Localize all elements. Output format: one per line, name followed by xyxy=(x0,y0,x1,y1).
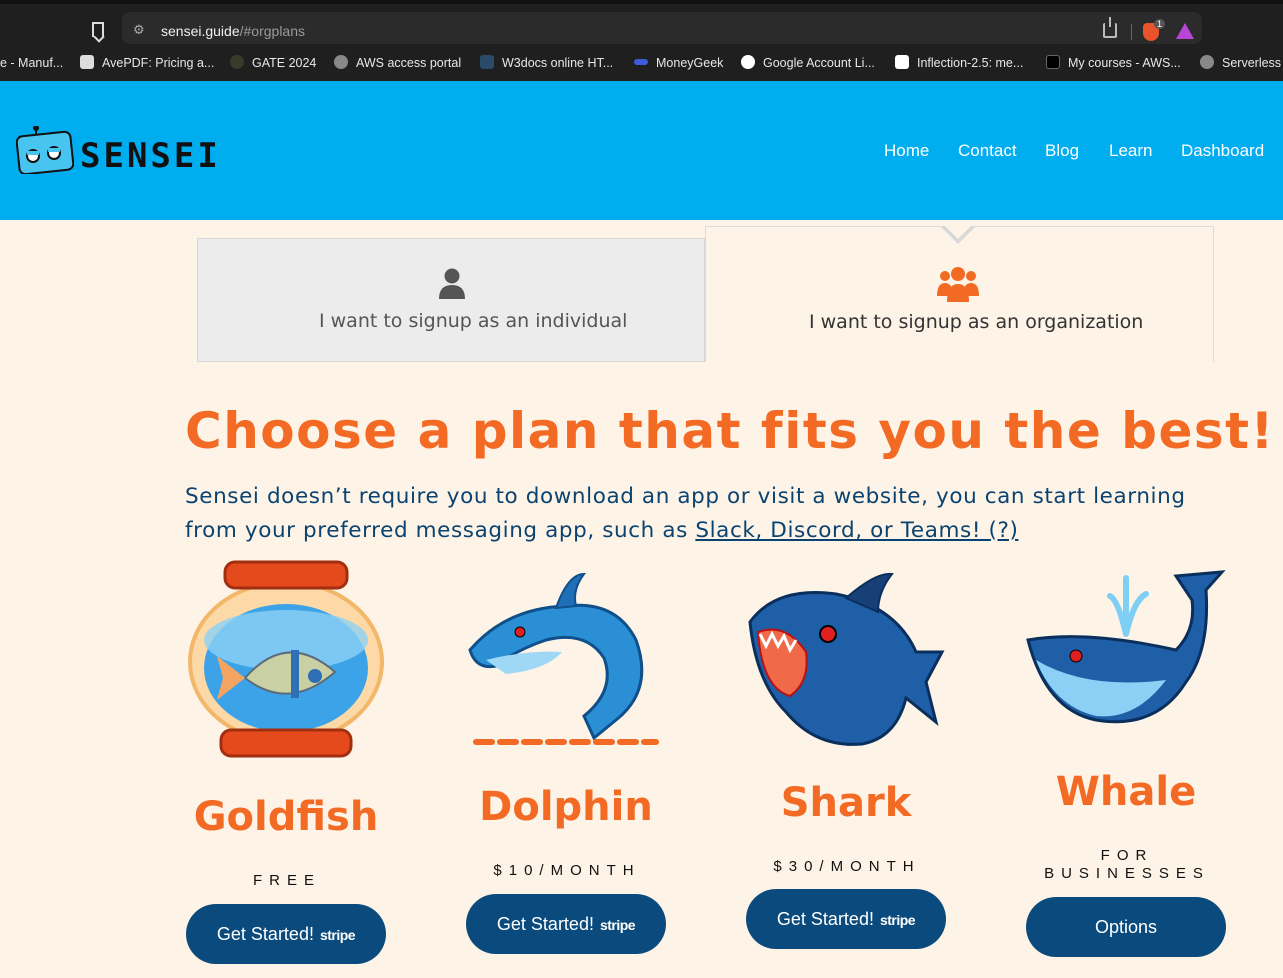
button-label: Get Started! xyxy=(496,914,594,934)
plan-name-dolphin: Dolphin xyxy=(479,784,653,830)
bookmark-item[interactable]: MoneyGeek xyxy=(634,54,723,72)
stripe-badge: stripe xyxy=(319,927,356,943)
toolbar-divider xyxy=(1131,24,1132,40)
group-icon xyxy=(937,267,979,302)
plan-price-goldfish: FREE xyxy=(252,872,321,889)
nav-learn[interactable]: Learn xyxy=(1109,141,1152,161)
page-title: Choose a plan that fits you the best! xyxy=(185,402,1275,460)
bookmark-item[interactable]: AvePDF: Pricing a... xyxy=(80,54,214,72)
aws-icon xyxy=(1046,55,1060,69)
avepdf-icon xyxy=(80,55,94,69)
bookmark-item[interactable]: W3docs online HT... xyxy=(480,54,613,72)
dolphin-illustration xyxy=(468,572,659,745)
share-icon[interactable] xyxy=(1103,17,1117,38)
stripe-badge: stripe xyxy=(879,912,916,928)
whale-illustration xyxy=(1026,570,1226,724)
plan-name-shark: Shark xyxy=(780,780,912,826)
url-host: sensei.guide xyxy=(161,23,240,39)
url-path: /#orgplans xyxy=(239,23,306,39)
nav-blog[interactable]: Blog xyxy=(1045,141,1079,161)
plan-price-shark: $30/MONTH xyxy=(773,858,921,875)
bookmark-item[interactable]: Google Account Li... xyxy=(741,54,875,72)
globe-icon xyxy=(1200,55,1214,69)
logo-wordmark[interactable]: SENSEI xyxy=(80,136,221,176)
moon-icon xyxy=(230,55,244,69)
globe-icon xyxy=(334,55,348,69)
goldfish-get-started-button[interactable]: Get Started! stripe xyxy=(186,904,386,964)
active-tab-indicator xyxy=(940,224,976,244)
button-label: Get Started! xyxy=(776,909,874,929)
browser-toolbar: ⚙ sensei.guide/#orgplans 1 xyxy=(0,0,1283,46)
nav-dashboard[interactable]: Dashboard xyxy=(1181,141,1264,161)
stripe-badge: stripe xyxy=(599,917,636,933)
shield-count-badge: 1 xyxy=(1154,19,1166,29)
tab-organization-label: I want to signup as an organization xyxy=(809,311,1144,333)
button-label: Get Started! xyxy=(216,924,314,944)
google-icon xyxy=(741,55,755,69)
inflection-icon xyxy=(895,55,909,69)
w3docs-icon xyxy=(480,55,494,69)
button-label: Options xyxy=(1094,917,1158,937)
bookmark-item[interactable]: AWS access portal xyxy=(334,54,461,72)
plan-name-whale: Whale xyxy=(1055,769,1197,815)
url-text[interactable]: sensei.guide/#orgplans xyxy=(161,23,305,39)
page-subtitle: Sensei doesn’t require you to download a… xyxy=(185,480,1245,548)
shark-get-started-button[interactable]: Get Started! stripe xyxy=(746,889,946,949)
bookmark-item[interactable]: Serverless xyxy=(1200,54,1281,72)
shark-illustration xyxy=(748,572,945,746)
bookmark-item[interactable]: e - Manuf... xyxy=(0,54,63,72)
bookmarks-bar: e - Manuf... AvePDF: Pricing a... GATE 2… xyxy=(0,46,1283,81)
subtitle-text: Sensei doesn’t require you to download a… xyxy=(185,484,1186,543)
bookmark-icon[interactable] xyxy=(92,22,104,37)
plan-price-whale-line2: BUSINESSES xyxy=(1044,865,1210,882)
whale-options-button[interactable]: Options xyxy=(1026,897,1226,957)
site-settings-icon[interactable]: ⚙ xyxy=(133,24,145,38)
bookmark-item[interactable]: My courses - AWS... xyxy=(1046,54,1181,72)
brave-rewards-icon[interactable] xyxy=(1176,23,1194,39)
moneygeek-icon xyxy=(634,59,648,65)
tab-individual[interactable] xyxy=(197,238,705,362)
bookmark-item[interactable]: GATE 2024 xyxy=(230,54,316,72)
nav-home[interactable]: Home xyxy=(884,141,929,161)
dolphin-get-started-button[interactable]: Get Started! stripe xyxy=(466,894,666,954)
goldfish-bowl-illustration xyxy=(188,560,384,758)
plan-price-whale-line1: FOR xyxy=(1100,847,1154,864)
robot-logo-icon[interactable] xyxy=(16,126,74,174)
platforms-link[interactable]: Slack, Discord, or Teams! (?) xyxy=(695,518,1018,543)
plan-name-goldfish: Goldfish xyxy=(193,794,379,840)
nav-contact[interactable]: Contact xyxy=(958,141,1017,161)
bookmark-item[interactable]: Inflection-2.5: me... xyxy=(895,54,1023,72)
tab-individual-label: I want to signup as an individual xyxy=(319,310,628,332)
plan-price-dolphin: $10/MONTH xyxy=(493,862,641,879)
person-icon xyxy=(439,268,465,299)
